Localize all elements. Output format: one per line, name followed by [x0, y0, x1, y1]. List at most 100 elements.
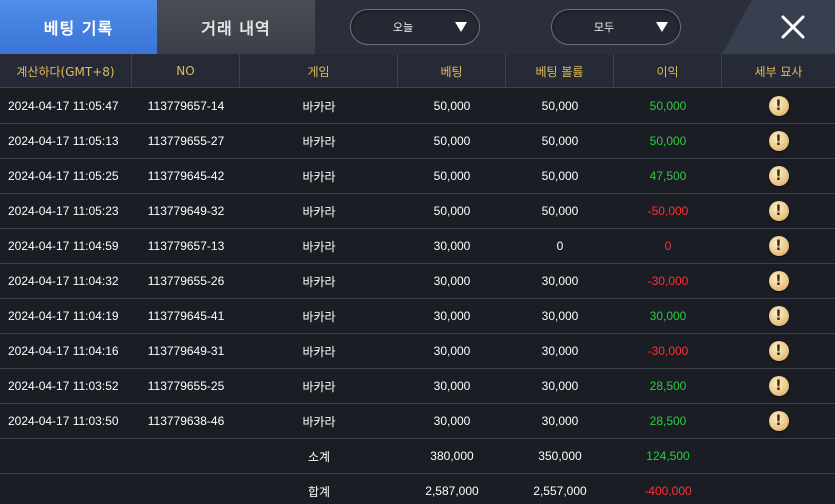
tab-betting-history[interactable]: 베팅 기록	[0, 0, 157, 54]
cell-profit: -30,000	[647, 274, 689, 288]
cell-time: 2024-04-17 11:05:13	[8, 134, 119, 148]
cell-game: 바카라	[302, 379, 336, 394]
cell-game: 바카라	[302, 414, 336, 429]
cell-game: 바카라	[302, 134, 336, 149]
table-row: 2024-04-17 11:05:23 113779649-32 바카라 50,000…	[0, 194, 835, 229]
cell-bet: 30,000	[433, 274, 471, 288]
table-header: 계산하다(GMT+8) NO 게임 베팅 베팅 볼륨 이익 세부 묘사	[0, 54, 835, 88]
exclamation-info-icon[interactable]: !	[768, 306, 789, 326]
cell-details: !	[722, 264, 835, 298]
table-row: 2024-04-17 11:03:50 113779638-46 바카라 30,000…	[0, 404, 835, 439]
cell-game: 바카라	[302, 99, 336, 114]
cell-game: 바카라	[302, 309, 336, 324]
subtotal-row-label: 소계	[307, 449, 331, 464]
cell-details: !	[722, 89, 835, 123]
header-details: 세부 묘사	[754, 64, 803, 79]
cell-bet-volume: 50,000	[541, 204, 579, 218]
cell-bet: 30,000	[433, 239, 471, 253]
cell-profit: 50,000	[649, 134, 687, 148]
cell-bet-volume: 50,000	[541, 99, 579, 113]
cell-no: 113779649-31	[147, 344, 225, 358]
cell-profit: 28,500	[649, 414, 687, 428]
table-row: 2024-04-17 11:05:47 113779657-14 바카라 50,000…	[0, 89, 835, 124]
cell-time: 2024-04-17 11:05:47	[8, 99, 119, 113]
exclamation-info-icon[interactable]: !	[768, 236, 789, 256]
cell-no: 113779645-42	[147, 169, 225, 183]
cell-bet-volume: 30,000	[541, 309, 579, 323]
cell-bet: 50,000	[433, 99, 471, 113]
cell-game: 바카라	[302, 274, 336, 289]
date-filter-dropdown[interactable]: 오늘	[350, 9, 480, 45]
cell-profit: -30,000	[647, 344, 689, 358]
header-game: 게임	[240, 54, 398, 88]
subtotal-row: 소계 380,000 350,000 124,500	[0, 439, 835, 474]
cell-time: 2024-04-17 11:04:19	[8, 309, 119, 323]
cell-profit: 47,500	[649, 169, 687, 183]
cell-bet-volume: 50,000	[541, 169, 579, 183]
table-row: 2024-04-17 11:03:52 113779655-25 바카라 30,000…	[0, 369, 835, 404]
exclamation-info-icon[interactable]: !	[768, 341, 789, 361]
cell-bet: 30,000	[433, 344, 471, 358]
exclamation-info-icon[interactable]: !	[768, 411, 789, 431]
tab-transaction-history[interactable]: 거래 내역	[157, 0, 315, 54]
close-icon	[781, 15, 805, 39]
type-filter-value: 모두	[593, 21, 615, 34]
table-row: 2024-04-17 11:05:13 113779655-27 바카라 50,000…	[0, 124, 835, 159]
cell-bet-volume: 30,000	[541, 414, 579, 428]
cell-details: !	[722, 159, 835, 193]
header-bet: 베팅	[398, 54, 506, 88]
cell-time: 2024-04-17 11:04:59	[8, 239, 119, 253]
total-row-bet: 2,587,000	[425, 484, 479, 498]
table-row: 2024-04-17 11:04:32 113779655-26 바카라 30,000…	[0, 264, 835, 299]
cell-time: 2024-04-17 11:05:23	[8, 204, 119, 218]
cell-no: 113779657-14	[147, 99, 225, 113]
header-settle-time: 계산하다(GMT+8)	[0, 54, 132, 88]
cell-profit: 50,000	[649, 99, 687, 113]
cell-game: 바카라	[302, 239, 336, 254]
cell-time: 2024-04-17 11:04:32	[8, 274, 119, 288]
exclamation-info-icon[interactable]: !	[768, 166, 789, 186]
cell-no: 113779655-25	[147, 379, 225, 393]
cell-profit: 30,000	[649, 309, 687, 323]
top-bar: 베팅 기록 거래 내역 오늘 모두	[0, 0, 835, 54]
cell-time: 2024-04-17 11:03:52	[8, 379, 119, 393]
subtotal-row-profit: 124,500	[646, 449, 690, 463]
cell-details: !	[722, 334, 835, 368]
cell-details: !	[722, 194, 835, 228]
cell-bet: 50,000	[433, 204, 471, 218]
total-row-profit: -400,000	[644, 484, 692, 498]
cell-details: !	[722, 229, 835, 263]
exclamation-info-icon[interactable]: !	[768, 271, 789, 291]
cell-bet-volume: 0	[556, 239, 564, 253]
total-row: 합계 2,587,000 2,557,000 -400,000	[0, 474, 835, 504]
cell-no: 113779638-46	[147, 414, 225, 428]
cell-no: 113779655-26	[147, 274, 225, 288]
cell-bet-volume: 50,000	[541, 134, 579, 148]
exclamation-info-icon[interactable]: !	[768, 201, 789, 221]
cell-profit: 28,500	[649, 379, 687, 393]
header-bet-volume: 베팅 볼륨	[506, 54, 614, 88]
subtotal-row-volume: 350,000	[538, 449, 582, 463]
cell-no: 113779649-32	[147, 204, 225, 218]
cell-no: 113779655-27	[147, 134, 225, 148]
table-row: 2024-04-17 11:05:25 113779645-42 바카라 50,000…	[0, 159, 835, 194]
table-row: 2024-04-17 11:04:59 113779657-13 바카라 30,000…	[0, 229, 835, 264]
header-no: NO	[132, 54, 240, 88]
cell-game: 바카라	[302, 344, 336, 359]
cell-bet: 30,000	[433, 414, 471, 428]
total-row-volume: 2,557,000	[533, 484, 587, 498]
total-row-label: 합계	[307, 484, 331, 499]
exclamation-info-icon[interactable]: !	[768, 131, 789, 151]
cell-details: !	[722, 124, 835, 158]
cell-game: 바카라	[302, 169, 336, 184]
cell-no: 113779657-13	[147, 239, 225, 253]
cell-details: !	[722, 404, 835, 438]
cell-time: 2024-04-17 11:03:50	[8, 414, 119, 428]
close-button[interactable]	[772, 7, 814, 47]
exclamation-info-icon[interactable]: !	[768, 376, 789, 396]
exclamation-info-icon[interactable]: !	[768, 96, 789, 116]
cell-details: !	[722, 299, 835, 333]
type-filter-dropdown[interactable]: 모두	[551, 9, 681, 45]
cell-bet-volume: 30,000	[541, 274, 579, 288]
header-profit: 이익	[614, 54, 722, 88]
